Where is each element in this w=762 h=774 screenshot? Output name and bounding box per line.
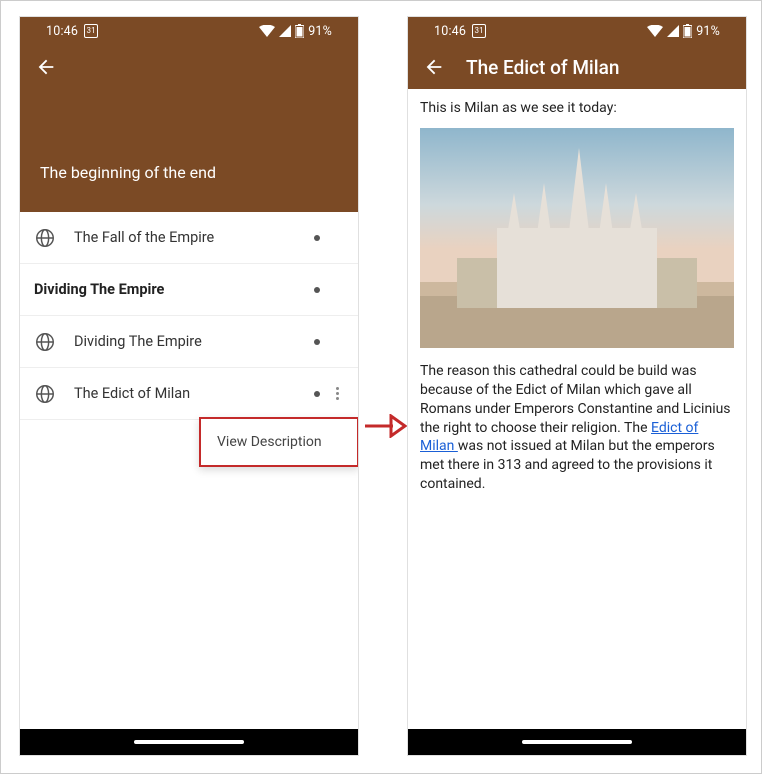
home-handle[interactable] bbox=[522, 740, 632, 744]
battery-icon bbox=[295, 24, 304, 38]
intro-text: This is Milan as we see it today: bbox=[420, 99, 734, 118]
status-dot-icon bbox=[314, 391, 320, 397]
list-heading-label: Dividing The Empire bbox=[34, 281, 314, 298]
wifi-icon bbox=[647, 25, 663, 37]
cell-signal-icon bbox=[667, 25, 679, 37]
home-handle[interactable] bbox=[134, 740, 244, 744]
body-text-post: was not issued at Milan but the emperors… bbox=[420, 438, 715, 492]
description-content: This is Milan as we see it today: The re… bbox=[408, 89, 746, 504]
list-item[interactable]: Dividing The Empire bbox=[20, 316, 358, 368]
status-dot-icon bbox=[314, 235, 320, 241]
page-title: The Edict of Milan bbox=[466, 56, 619, 79]
header-section: 10:46 31 91% The Edict of Milan bbox=[408, 17, 746, 89]
phone-left: 10:46 31 91% The beginning of the en bbox=[19, 16, 359, 756]
calendar-icon: 31 bbox=[472, 24, 486, 38]
status-icons: 91% bbox=[647, 24, 720, 39]
battery-percent: 91% bbox=[308, 24, 332, 39]
content-list: The Fall of the Empire Dividing The Empi… bbox=[20, 212, 358, 420]
status-icons: 91% bbox=[259, 24, 332, 39]
globe-icon bbox=[34, 383, 56, 405]
list-item[interactable]: The Edict of Milan bbox=[20, 368, 358, 420]
back-button[interactable] bbox=[34, 55, 58, 79]
body-paragraph: The reason this cathedral could be build… bbox=[420, 362, 734, 494]
status-dot-icon bbox=[314, 339, 320, 345]
globe-icon bbox=[34, 227, 56, 249]
globe-icon bbox=[34, 331, 56, 353]
list-item-label: The Edict of Milan bbox=[74, 385, 314, 402]
section-title: The beginning of the end bbox=[34, 163, 344, 182]
app-bar: The Edict of Milan bbox=[422, 45, 732, 89]
cell-signal-icon bbox=[279, 25, 291, 37]
status-time: 10:46 bbox=[46, 24, 78, 39]
status-bar: 10:46 31 91% bbox=[422, 17, 732, 45]
calendar-icon: 31 bbox=[84, 24, 98, 38]
status-bar: 10:46 31 91% bbox=[34, 17, 344, 45]
app-bar bbox=[34, 45, 344, 89]
list-item[interactable]: The Fall of the Empire bbox=[20, 212, 358, 264]
flow-arrow-icon bbox=[363, 414, 407, 438]
battery-icon bbox=[683, 24, 692, 38]
wifi-icon bbox=[259, 25, 275, 37]
status-time: 10:46 bbox=[434, 24, 466, 39]
android-nav-bar bbox=[408, 729, 746, 755]
phone-right: 10:46 31 91% The Edict of Milan bbox=[407, 16, 747, 756]
header-section: 10:46 31 91% The beginning of the en bbox=[20, 17, 358, 212]
back-button[interactable] bbox=[422, 55, 446, 79]
battery-percent: 91% bbox=[696, 24, 720, 39]
android-nav-bar bbox=[20, 729, 358, 755]
list-item-label: Dividing The Empire bbox=[74, 333, 314, 350]
view-description-menu-item[interactable]: View Description bbox=[199, 417, 359, 467]
status-dot-icon bbox=[314, 287, 320, 293]
more-options-button[interactable] bbox=[330, 387, 344, 400]
list-item-label: The Fall of the Empire bbox=[74, 229, 314, 246]
popup-label: View Description bbox=[217, 434, 322, 450]
content-image bbox=[420, 128, 734, 348]
list-heading: Dividing The Empire bbox=[20, 264, 358, 316]
